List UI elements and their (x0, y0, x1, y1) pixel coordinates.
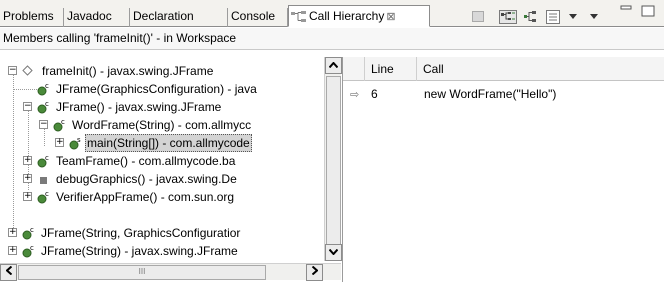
tree-item-label: JFrame(String, GraphicsConfiguratior (41, 226, 241, 240)
static-method-icon: s (69, 136, 81, 150)
tree-vertical-scrollbar[interactable] (324, 57, 342, 261)
column-header-call[interactable]: Call (417, 57, 664, 81)
tree-item-label: WordFrame(String) - com.allmycc (72, 118, 252, 132)
tab-call-hierarchy-label: Call Hierarchy (309, 9, 385, 23)
call-text: new WordFrame("Hello") (424, 87, 557, 101)
svg-text:c: c (30, 244, 34, 252)
constructor-icon: c (37, 154, 49, 168)
constructor-icon: c (37, 100, 49, 114)
tree-row[interactable]: + debugGraphics() - javax.swing.De (3, 170, 323, 188)
tab-call-hierarchy[interactable]: Call Hierarchy ⊠ (288, 5, 430, 27)
tab-declaration-label: Declaration (133, 9, 194, 23)
stop-icon[interactable] (472, 11, 484, 22)
chevron-up-icon (328, 61, 339, 69)
call-locations-table: Line Call ⇨ 6 new WordFrame("Hello") (342, 57, 664, 282)
svg-text:c: c (45, 82, 49, 90)
tree-item-label: JFrame() - javax.swing.JFrame (56, 100, 222, 114)
collapse-toggle-icon[interactable]: − (39, 120, 48, 129)
scroll-right-button[interactable] (306, 264, 323, 281)
tab-declaration[interactable]: Declaration (130, 8, 228, 27)
tree-row-root[interactable]: − frameInit() - javax.swing.JFrame (3, 62, 323, 80)
tree-row[interactable]: + c TeamFrame() - com.allmycode.ba (3, 152, 323, 170)
tab-javadoc[interactable]: Javadoc (64, 8, 130, 27)
svg-text:c: c (45, 190, 49, 198)
tree-line (13, 89, 37, 90)
tree-item-label: VerifierAppFrame() - com.sun.org (56, 190, 235, 204)
callers-hierarchy-icon[interactable] (499, 10, 517, 24)
tree-row[interactable]: + c VerifierAppFrame() - com.sun.org (3, 188, 323, 206)
tab-console[interactable]: Console (228, 8, 288, 27)
call-arrow-icon: ⇨ (350, 89, 360, 101)
maximize-icon[interactable] (641, 5, 655, 17)
call-hierarchy-icon (291, 10, 306, 22)
tree-row[interactable]: + c JFrame(String) - javax.swing.JFrame (3, 242, 323, 260)
expand-toggle-icon[interactable]: + (55, 138, 64, 147)
default-method-icon (22, 65, 33, 76)
tab-problems-label: Problems (3, 9, 54, 23)
svg-text:c: c (61, 118, 65, 126)
expand-toggle-icon[interactable]: + (23, 156, 32, 165)
tree-horizontal-scrollbar[interactable]: III (0, 263, 341, 281)
call-hierarchy-tree[interactable]: − frameInit() - javax.swing.JFrame c JFr… (3, 60, 324, 260)
callees-hierarchy-icon[interactable] (523, 10, 539, 24)
call-hierarchy-description: Members calling 'frameInit()' - in Works… (0, 28, 664, 50)
column-header-icon (343, 57, 365, 81)
tab-problems[interactable]: Problems (0, 8, 64, 27)
layout-icon[interactable] (546, 10, 560, 24)
close-tab-icon[interactable]: ⊠ (386, 11, 395, 23)
tree-item-label: JFrame(String) - javax.swing.JFrame (41, 244, 238, 258)
chevron-right-icon (311, 265, 319, 276)
view-menu-icon[interactable] (588, 10, 600, 22)
scroll-up-button[interactable] (325, 57, 342, 74)
svg-text:c: c (45, 154, 49, 162)
minimize-icon[interactable] (620, 5, 634, 17)
table-row[interactable]: ⇨ 6 new WordFrame("Hello") (343, 85, 664, 103)
tab-console-label: Console (231, 9, 276, 23)
tree-item-label: JFrame(GraphicsConfiguration) - java (56, 82, 257, 96)
expand-toggle-icon[interactable]: + (23, 174, 32, 183)
tree-row[interactable]: − c WordFrame(String) - com.allmycc (3, 116, 323, 134)
scroll-left-button[interactable] (0, 264, 17, 281)
tree-row[interactable]: − c JFrame() - javax.swing.JFrame (3, 98, 323, 116)
svg-text:c: c (45, 100, 49, 108)
constructor-icon: c (53, 118, 65, 132)
svg-text:s: s (77, 136, 81, 144)
table-header: Line Call (343, 57, 664, 81)
expand-toggle-icon[interactable]: + (23, 192, 32, 201)
scroll-thumb[interactable] (326, 76, 341, 259)
tree-item-label: TeamFrame() - com.allmycode.ba (56, 154, 236, 168)
scroll-down-button[interactable] (325, 244, 342, 261)
svg-text:c: c (30, 226, 34, 234)
tree-item-label: debugGraphics() - javax.swing.De (56, 172, 237, 186)
constructor-icon: c (22, 244, 34, 258)
tree-item-label: main(String[]) - com.allmycode (85, 134, 252, 152)
line-number: 6 (371, 87, 378, 101)
collapse-toggle-icon[interactable]: − (8, 66, 17, 75)
tree-row[interactable]: c JFrame(GraphicsConfiguration) - java (3, 80, 323, 98)
tree-item-label: frameInit() - javax.swing.JFrame (42, 64, 214, 78)
tab-javadoc-label: Javadoc (67, 9, 112, 23)
expand-toggle-icon[interactable]: + (8, 228, 17, 237)
constructor-icon: c (37, 190, 49, 204)
expand-toggle-icon[interactable]: + (8, 246, 17, 255)
constructor-icon: c (22, 226, 34, 240)
history-dropdown-icon[interactable] (567, 10, 579, 22)
constructor-icon: c (37, 82, 49, 96)
tree-row[interactable]: + c JFrame(String, GraphicsConfiguratior (3, 224, 323, 242)
private-method-icon (40, 177, 47, 184)
scroll-thumb[interactable]: III (18, 265, 266, 280)
view-tab-bar: Problems Javadoc Declaration Console Cal… (0, 0, 664, 27)
collapse-toggle-icon[interactable]: − (23, 102, 32, 111)
tree-row-selected[interactable]: + s main(String[]) - com.allmycode (3, 134, 323, 152)
column-header-line[interactable]: Line (365, 57, 417, 81)
chevron-down-icon (328, 248, 339, 256)
chevron-left-icon (4, 265, 12, 276)
